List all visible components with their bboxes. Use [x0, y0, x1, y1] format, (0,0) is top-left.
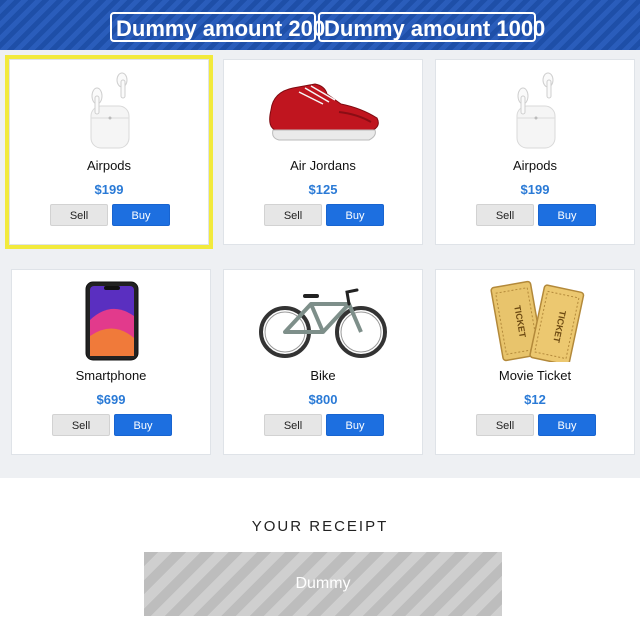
- airpods-image: [90, 72, 130, 149]
- buy-button[interactable]: Buy: [326, 204, 384, 226]
- product-name: Airpods: [512, 158, 558, 173]
- product-price: $199: [520, 182, 550, 197]
- sell-button[interactable]: Sell: [264, 204, 322, 226]
- buy-button[interactable]: Buy: [538, 204, 596, 226]
- product-grid: Airpods $199 Sell Buy Air Jordans $125 S…: [0, 50, 640, 478]
- dummy-amount-1000-button[interactable]: Dummy amount 1000: [318, 12, 545, 42]
- product-price: $125: [308, 182, 338, 197]
- buy-button[interactable]: Buy: [538, 414, 596, 436]
- receipt-title: YOUR RECEIPT: [251, 518, 389, 535]
- product-name: Smartphone: [75, 368, 147, 383]
- airpods-image: [516, 72, 556, 149]
- product-card-bike: Bike $800 Sell Buy: [223, 269, 423, 455]
- sell-button[interactable]: Sell: [476, 414, 534, 436]
- dummy-button[interactable]: Dummy: [144, 552, 502, 616]
- product-price: $699: [96, 392, 126, 407]
- product-price: $199: [94, 182, 124, 197]
- ticket-image: TICKET TICKET: [490, 280, 585, 362]
- product-price: $12: [524, 392, 546, 407]
- smartphone-image: [85, 281, 139, 361]
- product-price: $800: [308, 392, 338, 407]
- buy-button[interactable]: Buy: [112, 204, 170, 226]
- sell-button[interactable]: Sell: [264, 414, 322, 436]
- bike-image: [259, 288, 387, 358]
- product-name: Airpods: [86, 158, 132, 173]
- sell-button[interactable]: Sell: [50, 204, 108, 226]
- buy-button[interactable]: Buy: [326, 414, 384, 436]
- product-name: Air Jordans: [290, 158, 356, 173]
- product-card-airpods: Airpods $199 Sell Buy: [435, 59, 635, 245]
- product-name: Bike: [310, 368, 336, 383]
- sneaker-image: [269, 83, 379, 141]
- product-card-movie-ticket: TICKET TICKET Movie Ticket $12 Sell Buy: [435, 269, 635, 455]
- product-name: Movie Ticket: [498, 368, 572, 383]
- sell-button[interactable]: Sell: [52, 414, 110, 436]
- product-card-airpods: Airpods $199 Sell Buy: [5, 55, 213, 249]
- product-card-smartphone: Smartphone $699 Sell Buy: [11, 269, 211, 455]
- product-card-air-jordans: Air Jordans $125 Sell Buy: [223, 59, 423, 245]
- buy-button[interactable]: Buy: [114, 414, 172, 436]
- dummy-amount-200-button[interactable]: Dummy amount 200: [110, 12, 325, 42]
- sell-button[interactable]: Sell: [476, 204, 534, 226]
- header-banner: Dummy amount 200 Dummy amount 1000: [0, 0, 640, 50]
